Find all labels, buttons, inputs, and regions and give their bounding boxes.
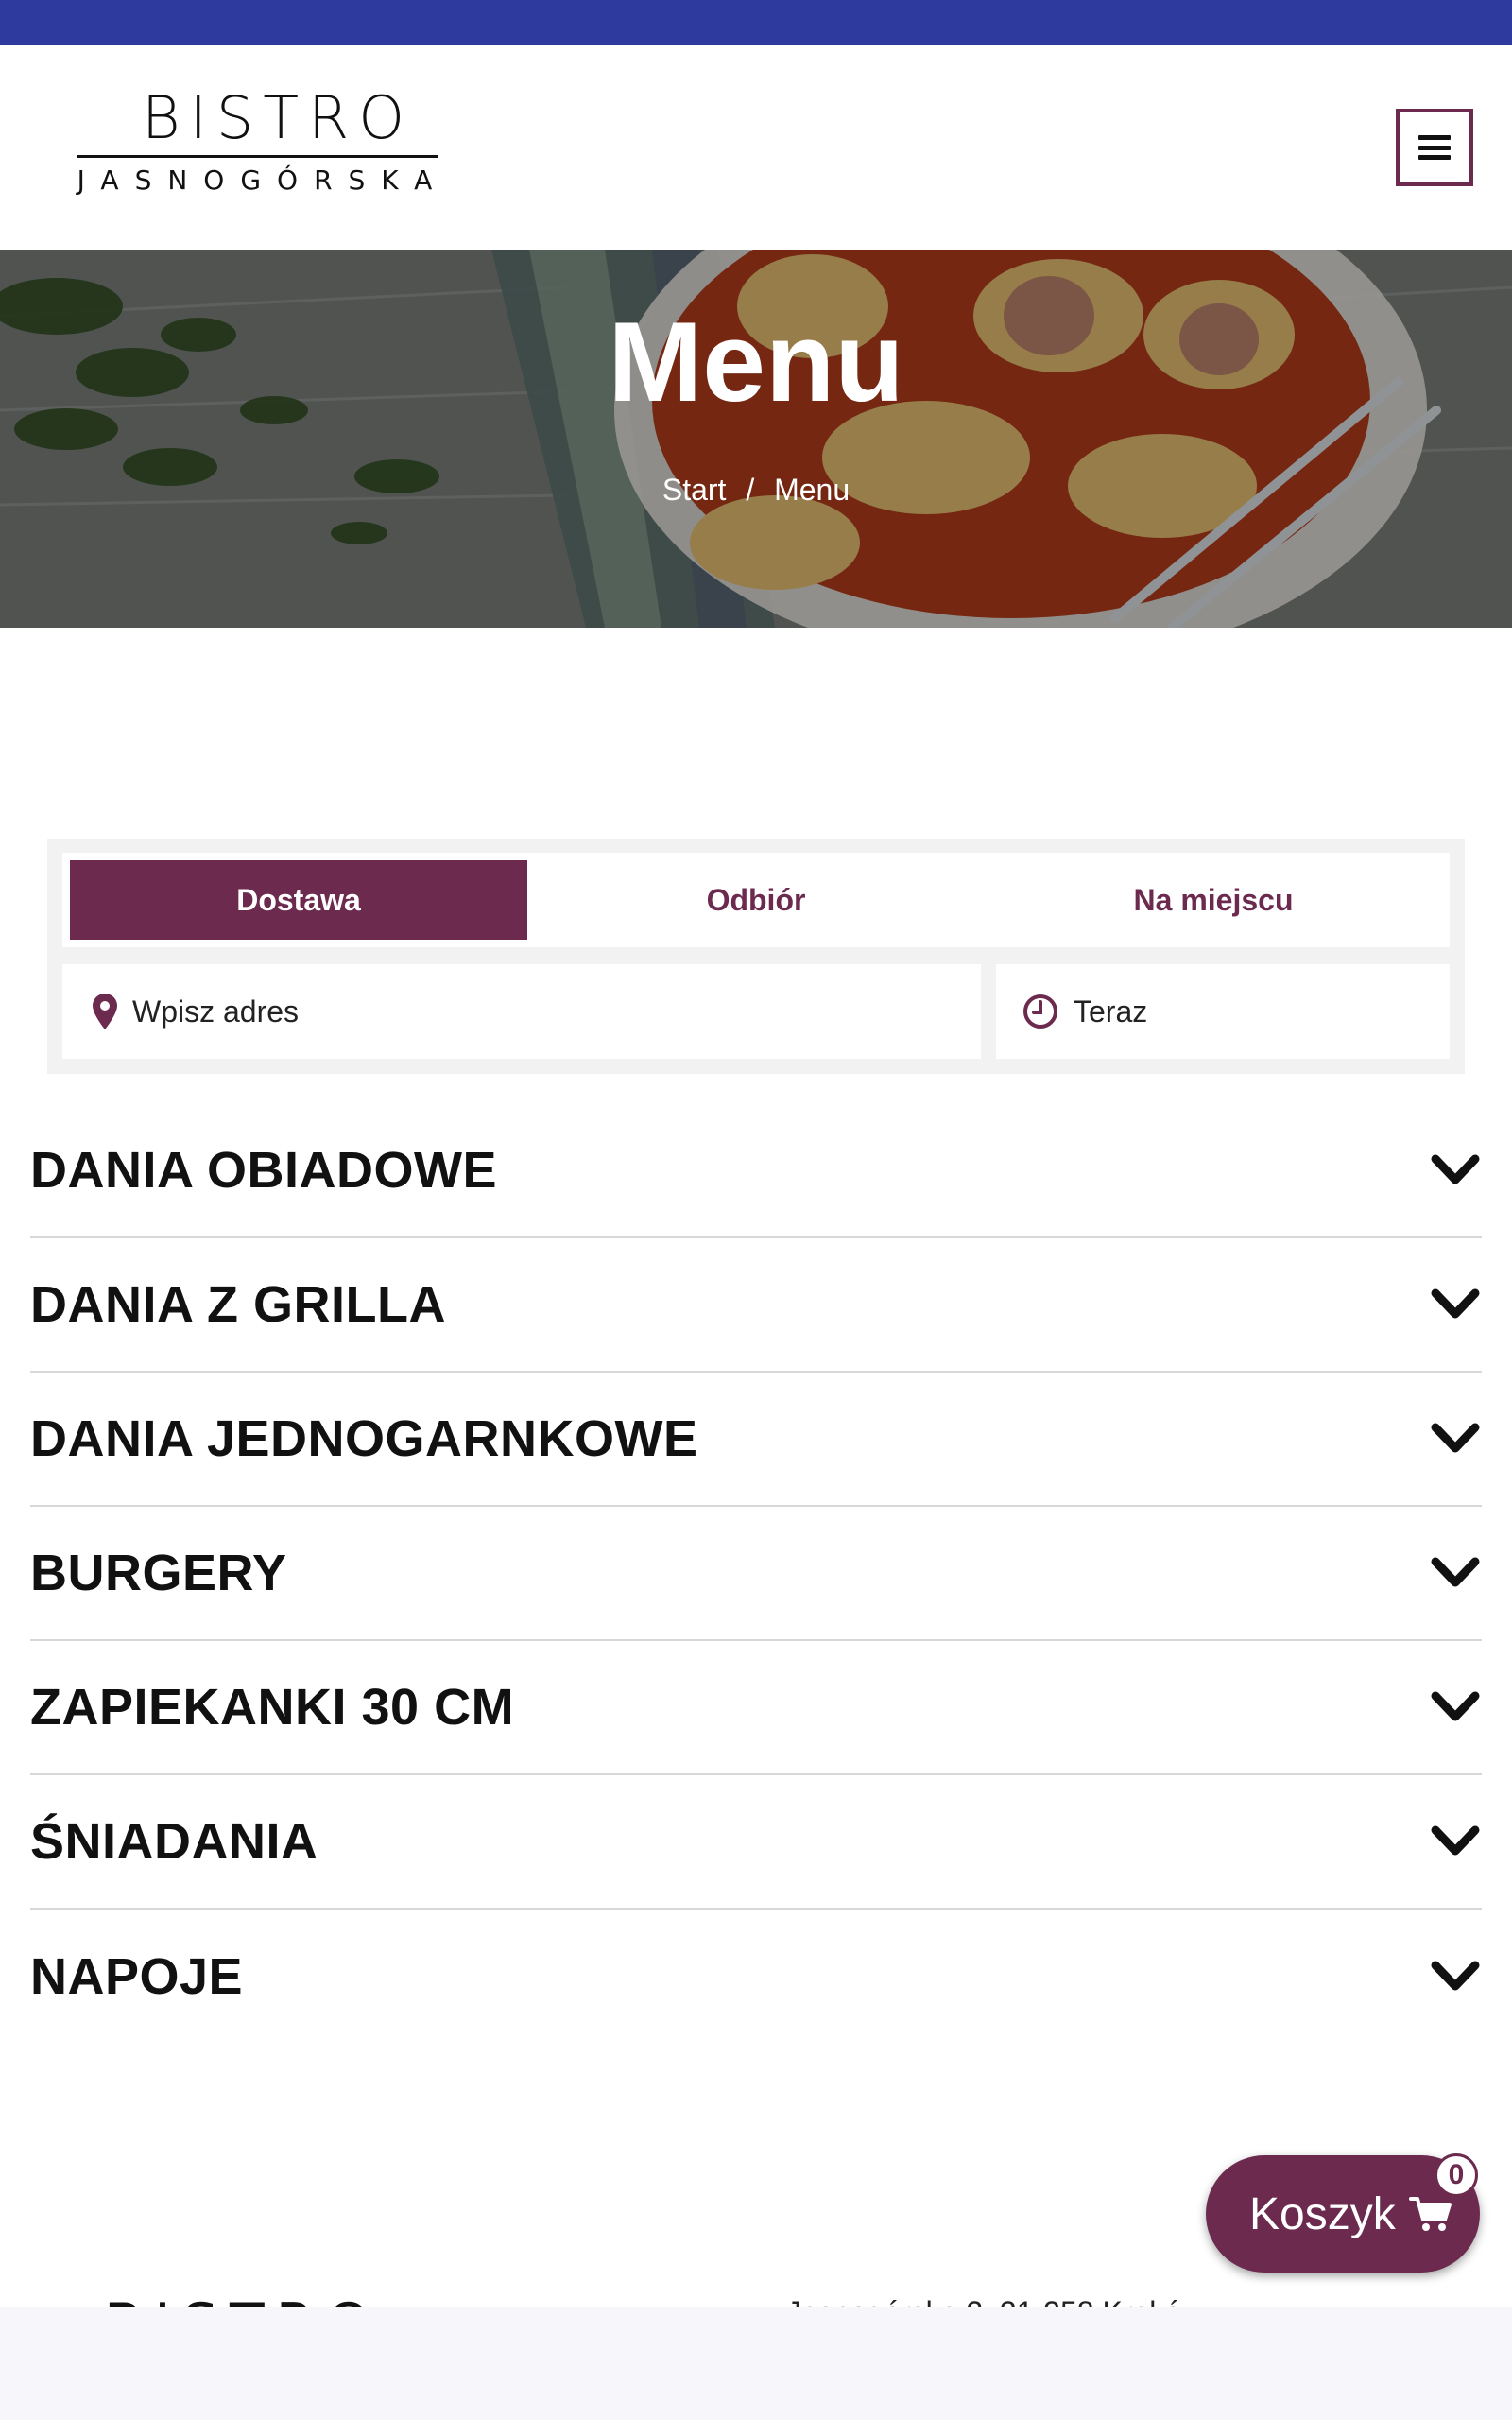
chevron-down-icon xyxy=(1429,1151,1482,1189)
map-pin-icon xyxy=(93,994,117,1029)
breadcrumb-current: Menu xyxy=(774,473,850,507)
breadcrumb-separator: / xyxy=(746,473,755,507)
category-burgery[interactable]: BURGERY xyxy=(30,1507,1482,1641)
footer-logo: BISTRO xyxy=(104,2291,383,2307)
tab-pickup[interactable]: Odbiór xyxy=(527,860,985,940)
category-title: NAPOJE xyxy=(30,1948,244,2005)
category-dania-jednogarnkowe[interactable]: DANIA JEDNOGARNKOWE xyxy=(30,1373,1482,1507)
order-type-tabs: Dostawa Odbiór Na miejscu xyxy=(62,853,1450,947)
footer-partial: BISTRO Jasnogórska 2, 31-358 Kraków xyxy=(0,2288,1512,2307)
cart-icon xyxy=(1408,2195,1452,2233)
breadcrumb-home-link[interactable]: Start xyxy=(662,473,727,507)
cart-button[interactable]: Koszyk 0 xyxy=(1206,2153,1480,2273)
category-dania-obiadowe[interactable]: DANIA OBIADOWE xyxy=(30,1104,1482,1238)
hamburger-menu-button[interactable] xyxy=(1396,109,1473,186)
cart-label: Koszyk xyxy=(1249,2188,1396,2239)
breadcrumb: Start / Menu xyxy=(0,473,1512,508)
address-placeholder: Wpisz adres xyxy=(132,994,300,1028)
category-title: DANIA Z GRILLA xyxy=(30,1276,446,1333)
order-options-panel: Dostawa Odbiór Na miejscu Wpisz adres Te… xyxy=(47,839,1465,1074)
bistro-logo[interactable]: BISTRO JASNOGÓRSKA xyxy=(64,83,461,216)
footer-address: Jasnogórska 2, 31-358 Kraków xyxy=(786,2295,1203,2307)
logo-divider xyxy=(77,155,438,158)
category-title: DANIA JEDNOGARNKOWE xyxy=(30,1410,698,1467)
time-selector[interactable]: Teraz xyxy=(996,964,1450,1059)
chevron-down-icon xyxy=(1429,1688,1482,1726)
chevron-down-icon xyxy=(1429,1823,1482,1860)
chevron-down-icon xyxy=(1429,1958,1482,1996)
hamburger-icon xyxy=(1418,135,1451,160)
clock-icon xyxy=(1022,994,1058,1029)
browser-bottom-bar xyxy=(0,2307,1512,2420)
category-title: DANIA OBIADOWE xyxy=(30,1142,497,1199)
cart-count-badge: 0 xyxy=(1435,2153,1478,2197)
menu-categories: DANIA OBIADOWE DANIA Z GRILLA DANIA JEDN… xyxy=(30,1104,1482,2044)
category-dania-z-grilla[interactable]: DANIA Z GRILLA xyxy=(30,1238,1482,1373)
site-header: BISTRO JASNOGÓRSKA xyxy=(0,45,1512,250)
hero-banner: Menu Start / Menu xyxy=(0,250,1512,628)
category-napoje[interactable]: NAPOJE xyxy=(30,1910,1482,2044)
category-title: ŚNIADANIA xyxy=(30,1813,318,1870)
address-input[interactable]: Wpisz adres xyxy=(62,964,981,1059)
chevron-down-icon xyxy=(1429,1286,1482,1323)
category-sniadania[interactable]: ŚNIADANIA xyxy=(30,1775,1482,1910)
logo-sub-text: JASNOGÓRSKA xyxy=(77,164,449,196)
logo-main-text: BISTRO xyxy=(142,83,414,152)
category-title: BURGERY xyxy=(30,1545,287,1601)
chevron-down-icon xyxy=(1429,1554,1482,1592)
chevron-down-icon xyxy=(1429,1420,1482,1458)
category-title: ZAPIEKANKI 30 CM xyxy=(30,1679,515,1736)
tab-dine-in[interactable]: Na miejscu xyxy=(985,860,1442,940)
category-zapiekanki[interactable]: ZAPIEKANKI 30 CM xyxy=(30,1641,1482,1775)
top-accent-bar xyxy=(0,0,1512,45)
time-value: Teraz xyxy=(1074,994,1148,1028)
page-title: Menu xyxy=(608,299,904,425)
tab-delivery[interactable]: Dostawa xyxy=(70,860,527,940)
